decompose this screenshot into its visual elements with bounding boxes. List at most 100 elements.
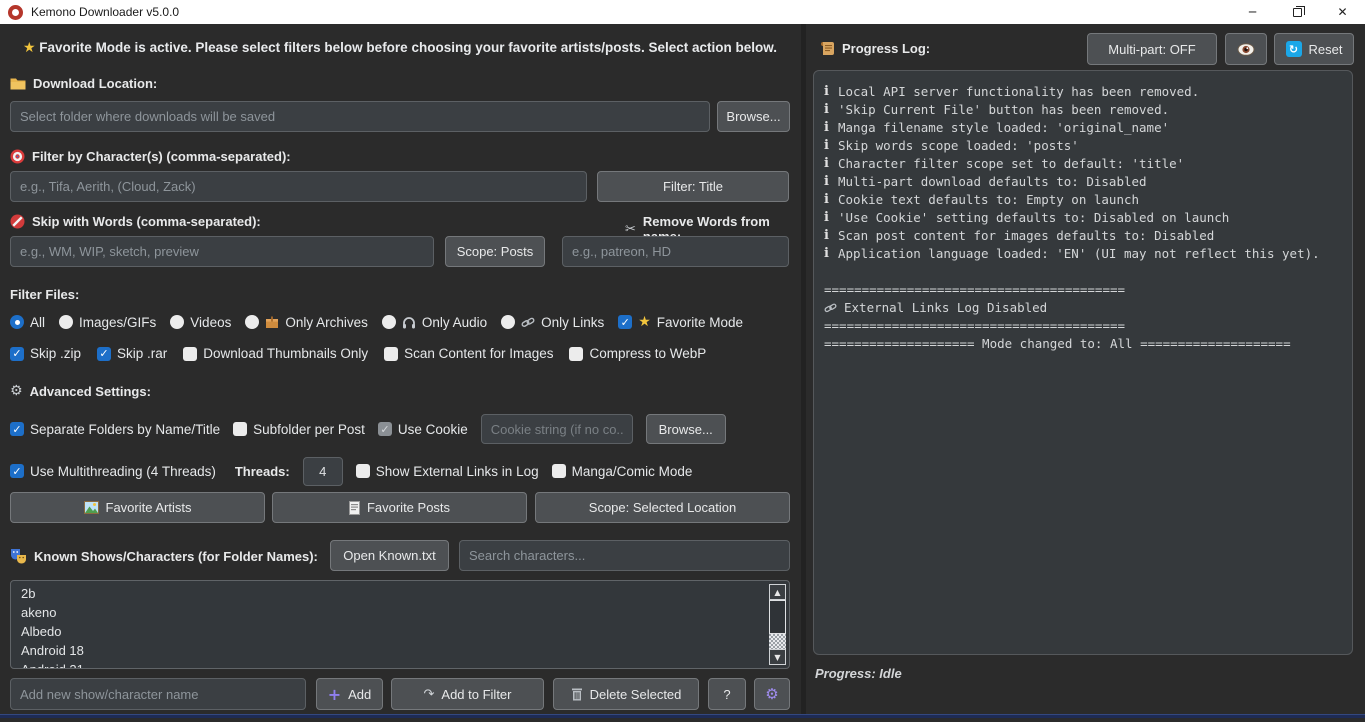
radio-only-audio[interactable]: Only Audio: [382, 315, 487, 330]
remove-words-input[interactable]: [562, 236, 789, 267]
manga-comic-mode-checkbox[interactable]: Manga/Comic Mode: [552, 464, 693, 479]
minimize-button[interactable]: ─: [1230, 0, 1275, 24]
window-controls: ─ ✕: [1230, 0, 1365, 24]
favorite-artists-button[interactable]: Favorite Artists: [10, 492, 265, 523]
cookie-string-input[interactable]: [481, 414, 633, 444]
progress-log-area[interactable]: iLocal API server functionality has been…: [813, 70, 1353, 655]
info-icon: i: [824, 119, 831, 137]
radio-audio-control: [382, 315, 396, 329]
multipart-label: Multi-part: OFF: [1108, 42, 1195, 57]
list-item[interactable]: Android 18: [11, 641, 769, 660]
add-button[interactable]: + Add: [316, 678, 383, 710]
favorite-mode-checkbox[interactable]: ★ Favorite Mode: [618, 314, 743, 330]
use-cookie-checkbox[interactable]: Use Cookie: [378, 422, 468, 437]
character-filter-input[interactable]: [10, 171, 587, 202]
info-icon: i: [824, 191, 831, 209]
download-location-text: Download Location:: [33, 76, 157, 91]
radio-only-links[interactable]: Only Links: [501, 315, 604, 330]
subfolder-per-post-control: [233, 422, 247, 436]
app-title: Kemono Downloader v5.0.0: [31, 5, 179, 19]
scrollbar-track[interactable]: [769, 634, 786, 649]
favorite-star-icon: ★: [638, 314, 651, 330]
radio-videos-control: [170, 315, 184, 329]
reset-button[interactable]: ↻ Reset: [1274, 33, 1354, 65]
list-item[interactable]: Android 21: [11, 660, 769, 669]
character-search-input[interactable]: [459, 540, 790, 571]
show-external-links-checkbox[interactable]: Show External Links in Log: [356, 464, 539, 479]
file-type-radio-row: All Images/GIFs Videos Only Archives Onl…: [10, 314, 743, 330]
download-location-input[interactable]: [10, 101, 710, 132]
scroll-down-icon[interactable]: ▼: [769, 649, 786, 665]
eye-toggle-button[interactable]: [1225, 33, 1267, 65]
scroll-up-icon[interactable]: ▲: [769, 584, 786, 600]
separate-folders-checkbox[interactable]: Separate Folders by Name/Title: [10, 422, 220, 437]
radio-only-archives[interactable]: Only Archives: [245, 315, 368, 330]
skip-words-input[interactable]: [10, 236, 434, 267]
info-icon: i: [824, 101, 831, 119]
favorite-posts-button[interactable]: Favorite Posts: [272, 492, 527, 523]
list-item[interactable]: 2b: [11, 584, 769, 603]
use-cookie-label: Use Cookie: [398, 422, 468, 437]
log-line: i Cookie text defaults to: Empty on launc…: [824, 191, 1342, 209]
scan-content-checkbox[interactable]: Scan Content for Images: [384, 346, 553, 361]
known-shows-text: Known Shows/Characters (for Folder Names…: [34, 549, 318, 564]
multipart-toggle-button[interactable]: Multi-part: OFF: [1087, 33, 1217, 65]
progress-log-text: Progress Log:: [842, 41, 930, 56]
radio-archives-control: [245, 315, 259, 329]
log-line: iManga filename style loaded: 'original_…: [824, 119, 1342, 137]
add-character-input[interactable]: [10, 678, 306, 710]
subfolder-per-post-checkbox[interactable]: Subfolder per Post: [233, 422, 365, 437]
settings-button[interactable]: ⚙: [754, 678, 790, 710]
list-item[interactable]: akeno: [11, 603, 769, 622]
delete-selected-button[interactable]: Delete Selected: [553, 678, 699, 710]
info-icon: i: [824, 155, 831, 173]
radio-archives-label: Only Archives: [285, 315, 368, 330]
filter-title-button[interactable]: Filter: Title: [597, 171, 789, 202]
advanced-settings-text: Advanced Settings:: [30, 384, 151, 399]
log-line: ========================================: [824, 317, 1342, 335]
list-item[interactable]: Albedo: [11, 622, 769, 641]
compress-webp-checkbox[interactable]: Compress to WebP: [569, 346, 706, 361]
thumbnails-only-label: Download Thumbnails Only: [203, 346, 368, 361]
maximize-button[interactable]: [1275, 0, 1320, 24]
radio-images-gifs[interactable]: Images/GIFs: [59, 315, 156, 330]
log-line: i'Skip Current File' button has been rem…: [824, 101, 1342, 119]
log-text: Cookie text defaults to: Empty on launch: [838, 191, 1139, 209]
file-options-checkbox-row: Skip .zip Skip .rar Download Thumbnails …: [10, 346, 706, 361]
radio-links-label: Only Links: [541, 315, 604, 330]
help-button[interactable]: ?: [708, 678, 746, 710]
thumbnails-only-checkbox[interactable]: Download Thumbnails Only: [183, 346, 368, 361]
download-browse-button[interactable]: Browse...: [717, 101, 790, 132]
radio-videos[interactable]: Videos: [170, 315, 231, 330]
multithreading-checkbox[interactable]: Use Multithreading (4 Threads): [10, 464, 216, 479]
reset-icon: ↻: [1286, 41, 1302, 57]
info-icon: i: [824, 209, 831, 227]
skip-zip-checkbox[interactable]: Skip .zip: [10, 346, 81, 361]
compress-webp-control: [569, 347, 583, 361]
close-button[interactable]: ✕: [1320, 0, 1365, 24]
advanced-row-2: Use Multithreading (4 Threads) Threads: …: [10, 456, 692, 486]
log-line-blank: [824, 263, 1342, 281]
scroll-icon: [820, 41, 835, 56]
add-to-filter-button[interactable]: ↷ Add to Filter: [391, 678, 544, 710]
skip-rar-checkbox[interactable]: Skip .rar: [97, 346, 167, 361]
eye-icon: [1237, 43, 1255, 56]
radio-all[interactable]: All: [10, 315, 45, 330]
scrollbar-thumb[interactable]: [769, 600, 786, 634]
scope-selected-location-button[interactable]: Scope: Selected Location: [535, 492, 790, 523]
list-scrollbar[interactable]: ▲ ▼: [769, 584, 786, 665]
log-text: ========================================: [824, 281, 1125, 299]
log-text: Multi-part download defaults to: Disable…: [838, 173, 1147, 191]
skip-zip-control: [10, 347, 24, 361]
threads-input[interactable]: [303, 457, 343, 486]
skip-scope-button[interactable]: Scope: Posts: [445, 236, 545, 267]
known-characters-list[interactable]: 2b akeno Albedo Android 18 Android 21 ▲ …: [10, 580, 790, 669]
add-label: Add: [348, 687, 371, 702]
compress-webp-label: Compress to WebP: [589, 346, 706, 361]
favorite-mode-label: Favorite Mode: [657, 315, 743, 330]
log-line: ==================== Mode changed to: Al…: [824, 335, 1342, 353]
open-known-txt-button[interactable]: Open Known.txt: [330, 540, 449, 571]
cookie-browse-button[interactable]: Browse...: [646, 414, 726, 444]
reset-label: Reset: [1309, 42, 1343, 57]
thumbnails-only-control: [183, 347, 197, 361]
